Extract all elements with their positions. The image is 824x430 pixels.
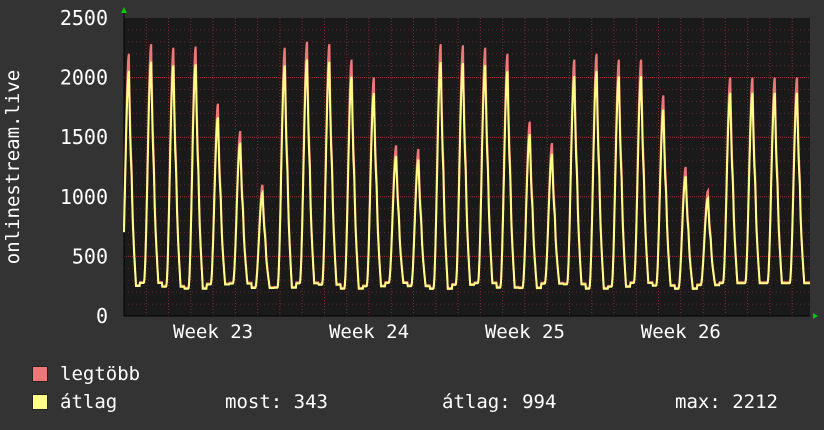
y-axis-label: onlinestream.live (2, 70, 24, 264)
stat-average: átlag: 994 (442, 391, 557, 413)
stat-now: most: 343 (225, 391, 328, 413)
legend-swatch-avg (32, 394, 48, 410)
legend-label-max: legtöbb (60, 363, 141, 385)
y-tick-label: 0 (96, 304, 108, 328)
y-tick-label: 2000 (60, 66, 108, 90)
x-tick-label: Week 23 (173, 321, 253, 343)
x-axis-arrow (813, 313, 818, 319)
y-tick-label: 1000 (60, 185, 108, 209)
plot-area (124, 18, 810, 316)
legend-swatch-max (32, 366, 48, 382)
y-tick-label: 2500 (60, 6, 108, 30)
stat-maximum: max: 2212 (675, 391, 778, 413)
legend-label-avg: átlag (60, 391, 118, 413)
y-tick-label: 1500 (60, 125, 108, 149)
x-tick-label: Week 26 (641, 321, 721, 343)
legend-item-avg: átlag (32, 391, 117, 413)
y-axis-arrow (121, 7, 127, 13)
legend-item-max: legtöbb (32, 363, 140, 385)
x-tick-label: Week 24 (329, 321, 409, 343)
y-tick-label: 500 (72, 244, 108, 268)
x-tick-label: Week 25 (485, 321, 565, 343)
